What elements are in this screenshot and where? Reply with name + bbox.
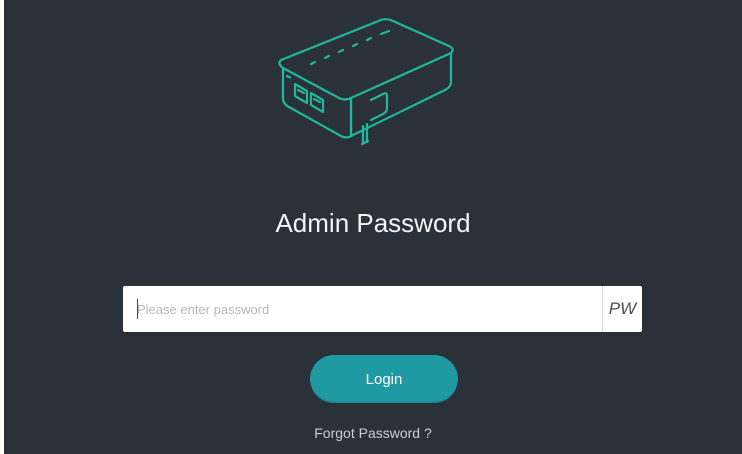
text-cursor [137, 299, 138, 319]
password-input[interactable] [123, 286, 600, 332]
router-device-icon [269, 12, 459, 160]
forgot-password-link[interactable]: Forgot Password ? [4, 425, 742, 441]
login-screen: Admin Password PW Login Forgot Password … [4, 0, 742, 454]
login-button[interactable]: Login [310, 355, 458, 403]
show-password-toggle[interactable]: PW [602, 286, 642, 332]
page-title: Admin Password [275, 208, 471, 238]
password-field: PW [123, 286, 642, 332]
